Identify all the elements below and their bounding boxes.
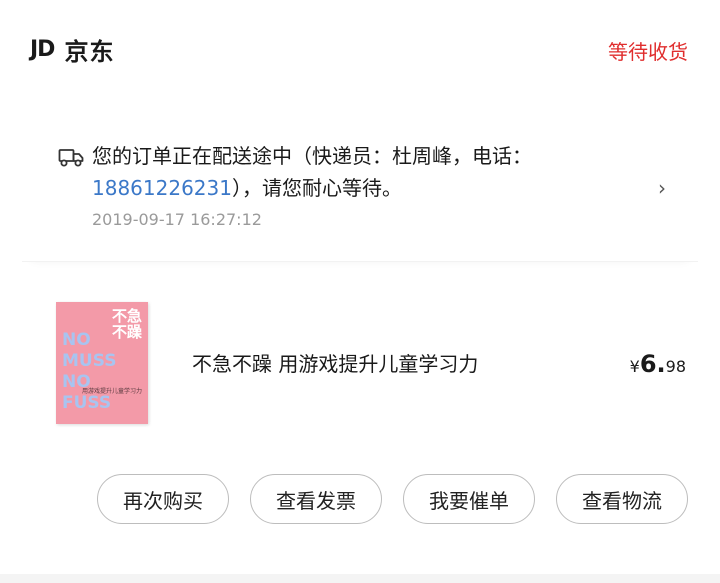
order-card: JD 京东 等待收货 您的订单正在配送途中（快递员：杜周峰，电话： 1886122… — [0, 0, 720, 574]
logistics-time: 2019-09-17 16:27:12 — [92, 210, 262, 229]
logistics-message: 您的订单正在配送途中（快递员：杜周峰，电话： 18861226231），请您耐心等… — [92, 140, 612, 204]
product-price: ¥ 6. 98 — [630, 350, 686, 378]
order-actions: 再次购买 查看发票 我要催单 查看物流 — [0, 474, 720, 528]
product-cover-image[interactable]: 不急 不躁 NO MUSS NO FUSS 用游戏提升儿童学习力 — [56, 302, 148, 424]
logistics-message-prefix: 您的订单正在配送途中（快递员：杜周峰，电话： — [92, 144, 532, 168]
truck-icon — [58, 149, 84, 167]
shop-name[interactable]: JD 京东 — [30, 32, 114, 67]
logistics-message-suffix: ），请您耐心等待。 — [231, 176, 402, 200]
chevron-right-icon[interactable]: › — [658, 176, 666, 200]
order-header: JD 京东 等待收货 — [0, 0, 720, 100]
logistics-panel[interactable]: 您的订单正在配送途中（快递员：杜周峰，电话： 18861226231），请您耐心等… — [22, 112, 698, 262]
urge-order-button[interactable]: 我要催单 — [403, 474, 535, 524]
product-row[interactable]: 不急 不躁 NO MUSS NO FUSS 用游戏提升儿童学习力 不急不躁 用游戏提升… — [0, 290, 720, 440]
jd-logo: JD — [30, 37, 55, 62]
cover-subtitle: 用游戏提升儿童学习力 — [81, 388, 142, 395]
buy-again-button[interactable]: 再次购买 — [97, 474, 229, 524]
view-logistics-button[interactable]: 查看物流 — [556, 474, 688, 524]
view-invoice-button[interactable]: 查看发票 — [250, 474, 382, 524]
shop-title: 京东 — [64, 38, 115, 66]
cover-big-text: NO MUSS NO FUSS — [62, 330, 117, 413]
product-name[interactable]: 不急不躁 用游戏提升儿童学习力 — [192, 348, 478, 377]
price-integer: 6. — [639, 350, 666, 378]
order-status: 等待收货 — [608, 40, 688, 64]
price-currency: ¥ — [629, 357, 640, 376]
cover-title: 不急 不躁 — [111, 307, 142, 341]
price-decimal: 98 — [665, 357, 686, 376]
courier-phone-link[interactable]: 18861226231 — [92, 176, 232, 200]
